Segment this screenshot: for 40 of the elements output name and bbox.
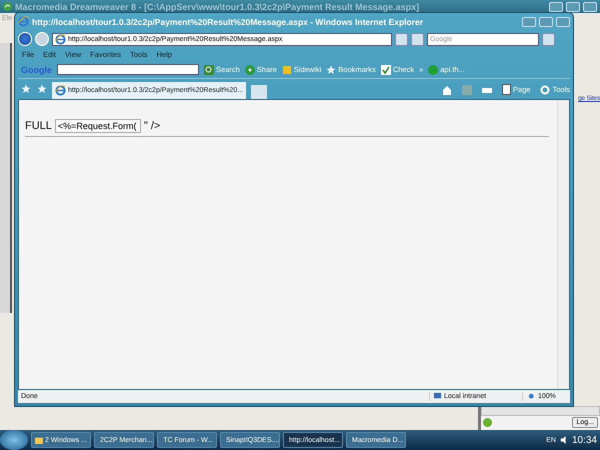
browser-e-icon xyxy=(18,16,29,27)
field-label: FULL xyxy=(25,120,52,132)
spellcheck-icon xyxy=(380,64,391,74)
share-icon xyxy=(244,64,255,74)
new-tab-button[interactable] xyxy=(251,85,268,99)
forward-button[interactable] xyxy=(35,32,49,46)
toolbar-search-field[interactable] xyxy=(57,64,199,75)
close-button[interactable] xyxy=(583,2,597,12)
window-title: Macromedia Dreamweaver 8 - [C:\AppServ\www\tour1.0.3\2c2p\Payment Result Message.aspx] xyxy=(15,2,420,12)
minimize-button[interactable] xyxy=(522,16,536,26)
star-icon xyxy=(326,64,336,74)
star-icon xyxy=(37,84,47,94)
browser-e-icon xyxy=(55,85,66,96)
page-icon xyxy=(502,84,511,95)
dot-icon xyxy=(428,64,438,74)
toolbar-logo: Google xyxy=(21,64,52,74)
stop-button[interactable] xyxy=(411,32,424,46)
back-button[interactable] xyxy=(18,32,32,46)
swirl-icon xyxy=(3,2,12,11)
maximize-button[interactable] xyxy=(539,16,553,26)
minimize-button[interactable] xyxy=(549,2,563,12)
start-button[interactable] xyxy=(0,430,28,450)
maximize-button[interactable] xyxy=(566,2,580,12)
status-dot-icon xyxy=(483,418,492,427)
markup-text: " /> xyxy=(144,120,160,132)
magnifier-icon xyxy=(204,64,214,74)
scrollbar[interactable] xyxy=(557,100,569,389)
folder-icon xyxy=(35,435,43,445)
clock[interactable]: 10:34 xyxy=(572,434,597,446)
refresh-button[interactable] xyxy=(395,32,408,46)
home-icon[interactable] xyxy=(442,84,452,94)
browser-e-icon xyxy=(55,34,66,44)
speaker-icon[interactable] xyxy=(560,436,568,444)
search-button[interactable] xyxy=(542,32,555,46)
scrollbar[interactable] xyxy=(481,406,600,416)
text-field[interactable]: <%=Request.Form( xyxy=(54,119,141,133)
window-title: http://localhost/tour1.0.3/2c2p/Payment%20Result%20Message.aspx - Windows Internet Explorer xyxy=(32,16,424,26)
star-icon xyxy=(21,84,31,94)
close-button[interactable] xyxy=(556,16,570,26)
settings-icon xyxy=(540,84,550,94)
